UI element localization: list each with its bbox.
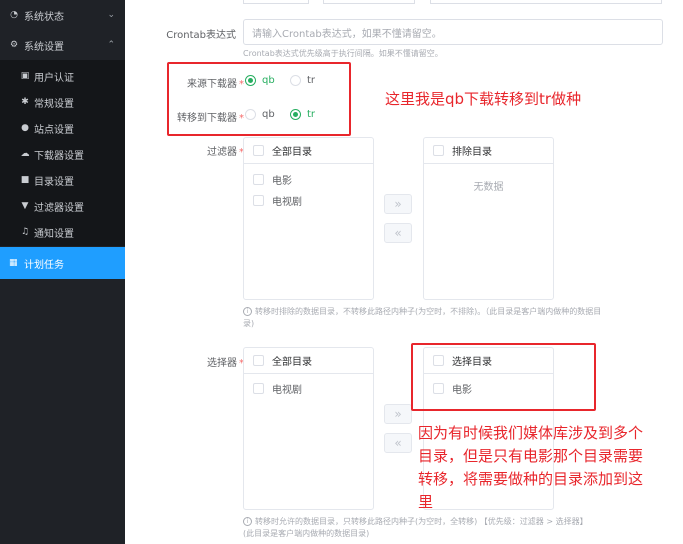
item-checkbox[interactable] [253,383,264,394]
panel-title: 全部目录 [272,147,312,158]
sidebar: ◔ 系统状态 ⌄ ⚙ 系统设置 ⌃ ▣ 用户认证 ✱ 常规设置 ● 站点设置 ☁ [0,0,125,544]
item-checkbox[interactable] [253,195,264,206]
panel-title: 排除目录 [452,147,492,158]
filter-target-panel: 排除目录 无数据 [423,137,554,300]
empty-text: 无数据 [473,182,504,193]
sidebar-item-label: 站点设置 [34,124,74,136]
previous-field-stub[interactable] [323,0,415,4]
sidebar-item-notifications[interactable]: ♫ 通知设置 [0,219,125,245]
crontab-label: Crontab表达式 [150,26,236,41]
hint-line: 转移时允许的数据目录，只转移此路径内种子(为空时，全转移) 【优先级：过滤器 >… [255,517,588,526]
menu-label: 计划任务 [24,259,64,271]
bell-icon: ♫ [20,227,30,237]
selector-label: 选择器 * [180,354,244,369]
select-all-checkbox[interactable] [253,355,264,366]
filter-source-panel: 全部目录 电影 电视剧 [243,137,374,300]
select-all-checkbox[interactable] [433,145,444,156]
selector-move-left-button[interactable]: « [384,433,412,453]
highlight-box-downloaders [167,62,351,136]
filter-icon: ▼ [21,201,29,211]
filter-label: 过滤器 * [180,143,244,158]
annotation-bottom: 因为有时候我们媒体库涉及到多个 目录，但是只有电影那个目录需要 转移，将需要做种… [418,422,680,514]
sidebar-item-directories[interactable]: ■ 目录设置 [0,167,125,193]
selector-move-right-button[interactable]: » [384,404,412,424]
settings-submenu: ▣ 用户认证 ✱ 常规设置 ● 站点设置 ☁ 下载器设置 ■ 目录设置 ▼ 过滤… [0,60,125,246]
annotation-line: 目录，但是只有电影那个目录需要 [418,447,644,465]
list-item[interactable]: 电视剧 [253,381,302,396]
menu-system-settings[interactable]: ⚙ 系统设置 ⌃ [0,30,125,60]
item-label: 电视剧 [272,385,302,396]
chevron-down-icon: ⌄ [107,10,115,20]
sidebar-item-label: 目录设置 [34,176,74,188]
cloud-download-icon: ☁ [20,149,30,159]
list-item[interactable]: 电视剧 [253,193,302,208]
annotation-line: 因为有时候我们媒体库涉及到多个 [418,424,644,442]
item-checkbox[interactable] [253,174,264,185]
label-text: 过滤器 [207,147,237,158]
filter-move-right-button[interactable]: » [384,194,412,214]
gear-icon: ✱ [21,97,29,107]
folder-icon: ■ [20,175,30,185]
sidebar-item-label: 过滤器设置 [34,202,84,214]
panel-header: 全部目录 [244,348,373,374]
chevron-up-icon: ⌃ [107,40,115,50]
crontab-placeholder: 请输入Crontab表达式，如果不懂请留空。 [252,28,442,40]
info-icon: i [243,517,252,526]
panel-title: 全部目录 [272,357,312,368]
crontab-hint: Crontab表达式优先级高于执行间隔。如果不懂请留空。 [243,49,443,58]
sidebar-item-label: 通知设置 [34,228,74,240]
dashboard-icon: ◔ [10,10,18,20]
filter-move-left-button[interactable]: « [384,223,412,243]
hint-line: (此目录是客户端内做种的数据目录) [243,529,370,538]
annotation-top: 这里我是qb下载转移到tr做种 [385,90,582,108]
annotation-line: 里 [418,493,434,511]
item-label: 电影 [272,176,292,187]
hint-line: 转移时排除的数据目录，不转移此路径内种子(为空时，不排除)。（此目录是客户端内做… [255,307,602,316]
id-card-icon: ▣ [20,71,30,81]
highlight-box-selector [411,343,596,411]
sidebar-item-sites[interactable]: ● 站点设置 [0,115,125,141]
menu-label: 系统设置 [24,41,64,53]
panel-header: 全部目录 [244,138,373,164]
list-item[interactable]: 电影 [253,172,292,187]
label-text: Crontab表达式 [166,30,236,41]
page: ◔ 系统状态 ⌄ ⚙ 系统设置 ⌃ ▣ 用户认证 ✱ 常规设置 ● 站点设置 ☁ [0,0,683,544]
menu-scheduled-tasks[interactable]: ▦ 计划任务 [0,247,125,279]
sidebar-empty-area [0,279,125,544]
previous-field-stub[interactable] [430,0,662,4]
selector-source-panel: 全部目录 电视剧 [243,347,374,510]
sidebar-item-label: 下载器设置 [34,150,84,162]
menu-label: 系统状态 [24,11,64,23]
info-icon: i [243,307,252,316]
select-all-checkbox[interactable] [253,145,264,156]
sidebar-item-label: 用户认证 [34,72,74,84]
calendar-icon: ▦ [9,258,18,268]
globe-icon: ● [21,123,29,133]
selector-hint: i 转移时允许的数据目录，只转移此路径内种子(为空时，全转移) 【优先级：过滤器 … [243,516,668,540]
filter-hint: i 转移时排除的数据目录，不转移此路径内种子(为空时，不排除)。（此目录是客户端内… [243,306,668,330]
label-text: 选择器 [207,358,237,369]
panel-header: 排除目录 [424,138,553,164]
sidebar-item-downloaders[interactable]: ☁ 下载器设置 [0,141,125,167]
sidebar-item-general[interactable]: ✱ 常规设置 [0,89,125,115]
item-label: 电视剧 [272,197,302,208]
annotation-line: 转移，将需要做种的目录添加到这 [418,470,644,488]
hint-line: 录) [243,319,255,328]
previous-field-stub[interactable] [243,0,309,4]
sidebar-item-filters[interactable]: ▼ 过滤器设置 [0,193,125,219]
sidebar-item-label: 常规设置 [34,98,74,110]
crontab-input[interactable]: 请输入Crontab表达式，如果不懂请留空。 [243,19,663,45]
menu-system-status[interactable]: ◔ 系统状态 ⌄ [0,0,125,30]
sidebar-item-user-auth[interactable]: ▣ 用户认证 [0,63,125,89]
gears-icon: ⚙ [9,40,19,50]
